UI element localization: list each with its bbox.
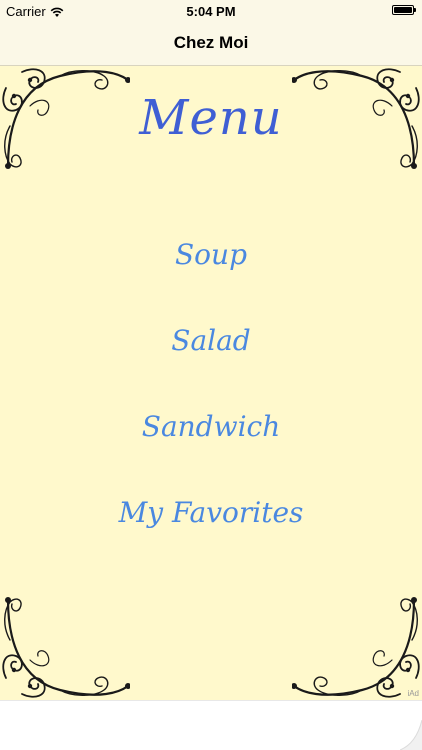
battery-level bbox=[394, 7, 412, 13]
flourish-ornament-icon bbox=[292, 590, 422, 700]
menu-title: Menu bbox=[139, 90, 283, 146]
ad-banner[interactable]: iAd bbox=[0, 689, 422, 750]
ad-label: iAd bbox=[407, 689, 419, 698]
status-bar: Carrier 5:04 PM bbox=[0, 0, 422, 22]
status-time: 5:04 PM bbox=[186, 4, 236, 19]
battery-icon bbox=[392, 5, 416, 15]
menu-item-sandwich[interactable]: Sandwich bbox=[0, 410, 422, 443]
menu-item-my-favorites[interactable]: My Favorites bbox=[0, 496, 422, 529]
flourish-ornament-icon bbox=[0, 590, 130, 700]
menu-item-salad[interactable]: Salad bbox=[0, 324, 422, 357]
menu-item-soup[interactable]: Soup bbox=[0, 238, 422, 271]
nav-title: Chez Moi bbox=[173, 33, 249, 52]
menu-screen: Menu Soup Salad Sandwich My Favorites bbox=[0, 66, 422, 700]
page-curl-icon bbox=[400, 720, 422, 750]
navigation-bar: Chez Moi bbox=[0, 22, 422, 66]
